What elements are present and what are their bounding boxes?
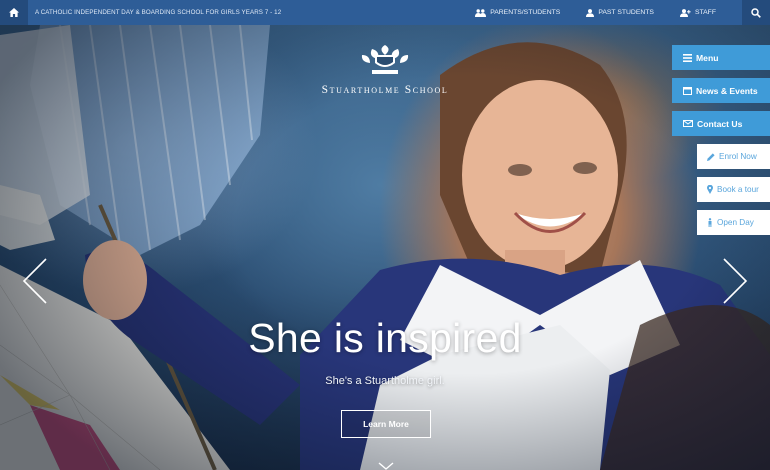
news-events-label: News & Events xyxy=(696,85,758,96)
hero-subheadline: She's a Stuartholme girl. xyxy=(325,375,445,387)
search-button[interactable] xyxy=(742,0,770,25)
menu-label: Menu xyxy=(696,52,719,63)
pencil-icon xyxy=(707,152,715,161)
news-events-button[interactable]: News & Events xyxy=(672,78,770,103)
parents-students-link[interactable]: PARENTS/STUDENTS xyxy=(475,8,561,17)
parents-students-label: PARENTS/STUDENTS xyxy=(490,9,561,16)
users-icon xyxy=(475,8,487,17)
learn-more-button[interactable]: Learn More xyxy=(341,410,431,438)
side-menu: Menu News & Events Contact Us Enrol Now … xyxy=(672,45,770,243)
previous-slide-arrow-icon[interactable] xyxy=(22,257,48,305)
menu-button[interactable]: Menu xyxy=(672,45,770,70)
contact-us-button[interactable]: Contact Us xyxy=(672,111,770,136)
hamburger-icon xyxy=(683,53,692,62)
top-links: PARENTS/STUDENTS PAST STUDENTS STAFF xyxy=(475,0,770,25)
home-icon xyxy=(9,8,19,17)
scroll-down-chevron-icon[interactable] xyxy=(378,462,394,470)
past-students-label: PAST STUDENTS xyxy=(598,9,654,16)
user-plus-icon xyxy=(679,8,691,17)
user-icon xyxy=(586,8,595,17)
past-students-link[interactable]: PAST STUDENTS xyxy=(586,8,654,17)
contact-us-label: Contact Us xyxy=(697,118,743,129)
envelope-icon xyxy=(683,120,693,127)
next-slide-arrow-icon[interactable] xyxy=(722,257,748,305)
person-icon xyxy=(708,218,712,227)
school-tagline: A Catholic Independent Day & Boarding Sc… xyxy=(35,9,282,16)
map-marker-icon xyxy=(707,185,713,194)
school-logo[interactable]: Stuartholme School xyxy=(300,43,470,96)
book-tour-label: Book a tour xyxy=(717,185,759,194)
search-icon xyxy=(751,7,761,18)
staff-link[interactable]: STAFF xyxy=(679,8,716,17)
calendar-icon xyxy=(683,87,692,95)
crest-icon xyxy=(361,45,409,74)
enrol-now-button[interactable]: Enrol Now xyxy=(697,144,770,169)
school-name: Stuartholme School xyxy=(321,84,449,96)
hero-banner: Stuartholme School Menu News & Events Co… xyxy=(0,25,770,470)
open-day-label: Open Day xyxy=(717,218,754,227)
open-day-button[interactable]: Open Day xyxy=(697,210,770,235)
hero-headline: She is inspired xyxy=(248,315,522,361)
enrol-now-label: Enrol Now xyxy=(719,152,757,161)
staff-label: STAFF xyxy=(694,9,716,16)
home-button[interactable] xyxy=(0,0,28,25)
book-tour-button[interactable]: Book a tour xyxy=(697,177,770,202)
top-bar: A Catholic Independent Day & Boarding Sc… xyxy=(0,0,770,25)
